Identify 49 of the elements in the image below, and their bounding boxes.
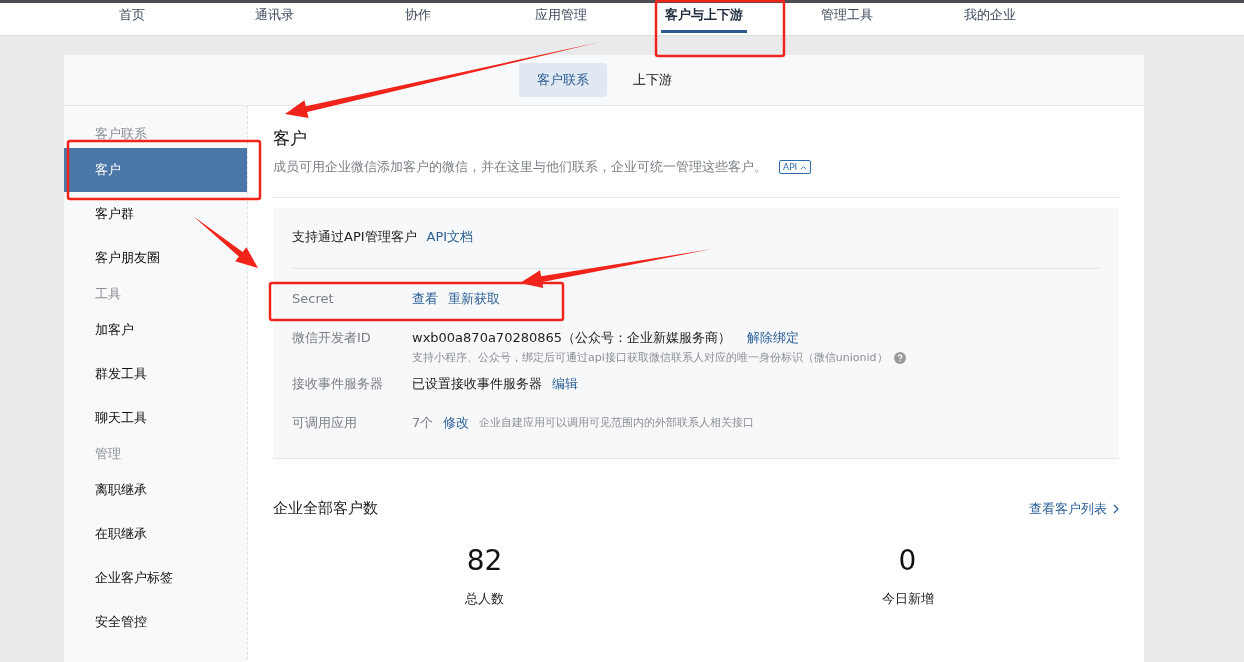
field-note: 支持小程序、公众号，绑定后可通过api接口获取微信联系人对应的唯一身份标识（微信unionid）	[412, 350, 888, 366]
sidebar-item[interactable]: 客户群	[64, 192, 247, 236]
nav-tab[interactable]: 管理工具	[775, 3, 918, 33]
section-title: 企业全部客户数	[273, 499, 378, 518]
nav-tab[interactable]: 协作	[346, 3, 489, 33]
sidebar-heading: 管理	[94, 445, 122, 463]
sidebar-heading: 工具	[94, 285, 122, 303]
action-link[interactable]: 查看	[412, 289, 438, 309]
field-label: Secret	[292, 290, 335, 308]
field-value: wxb00a870a70280865（公众号：企业新媒服务商）	[412, 329, 732, 347]
sidebar-item[interactable]: 加客户	[64, 308, 247, 352]
customer-list-link[interactable]: 查看客户列表	[1029, 499, 1119, 518]
panel-heading: 支持通过API管理客户	[292, 228, 417, 246]
page-description: 成员可用企业微信添加客户的微信，并在这里与他们联系，企业可统一管理这些客户。	[273, 158, 767, 176]
sidebar-heading: 客户联系	[94, 125, 148, 143]
nav-tab[interactable]: 首页	[60, 3, 203, 33]
help-icon[interactable]	[893, 352, 906, 364]
sidebar-item[interactable]: 客户朋友圈	[64, 236, 247, 280]
stat-label: 今日新增	[881, 590, 934, 608]
action-link[interactable]: 修改	[443, 413, 470, 433]
page-title: 客户	[273, 127, 308, 150]
chevron-right-icon	[1113, 503, 1119, 514]
sidebar-item[interactable]: 群发工具	[64, 352, 247, 396]
sub-tab[interactable]: 上下游	[614, 63, 690, 97]
field-value: 已设置接收事件服务器	[412, 375, 542, 393]
nav-tab[interactable]: 通讯录	[203, 3, 346, 33]
field-label: 微信开发者ID	[292, 329, 372, 347]
sub-tab[interactable]: 客户联系	[518, 63, 607, 97]
nav-tab[interactable]: 我的企业	[918, 3, 1061, 33]
sidebar-item[interactable]: 聊天工具	[64, 396, 247, 440]
sidebar-item[interactable]: 离职继承	[64, 468, 247, 512]
field-label: 接收事件服务器	[292, 375, 384, 393]
action-link[interactable]: 重新获取	[448, 289, 500, 309]
action-link[interactable]: 解除绑定	[747, 328, 800, 348]
nav-tab[interactable]: 应用管理	[489, 3, 632, 33]
field-note: 企业自建应用可以调用可见范围内的外部联系人相关接口	[479, 415, 755, 431]
stat-label: 总人数	[465, 590, 504, 608]
action-link[interactable]: 编辑	[552, 374, 578, 394]
api-badge[interactable]: API	[779, 160, 812, 174]
api-doc-link[interactable]: API文档	[426, 226, 474, 248]
chevron-up-icon	[800, 164, 808, 170]
stat-value: 82	[466, 544, 503, 578]
field-value: 7个	[412, 414, 434, 432]
sidebar-item[interactable]: 安全管控	[64, 600, 247, 644]
sidebar-item[interactable]: 企业客户标签	[64, 556, 247, 600]
sidebar-item[interactable]: 在职继承	[64, 512, 247, 556]
field-label: 可调用应用	[292, 414, 358, 432]
stat-value: 0	[898, 544, 917, 578]
sidebar-item[interactable]: 客户	[64, 148, 247, 192]
